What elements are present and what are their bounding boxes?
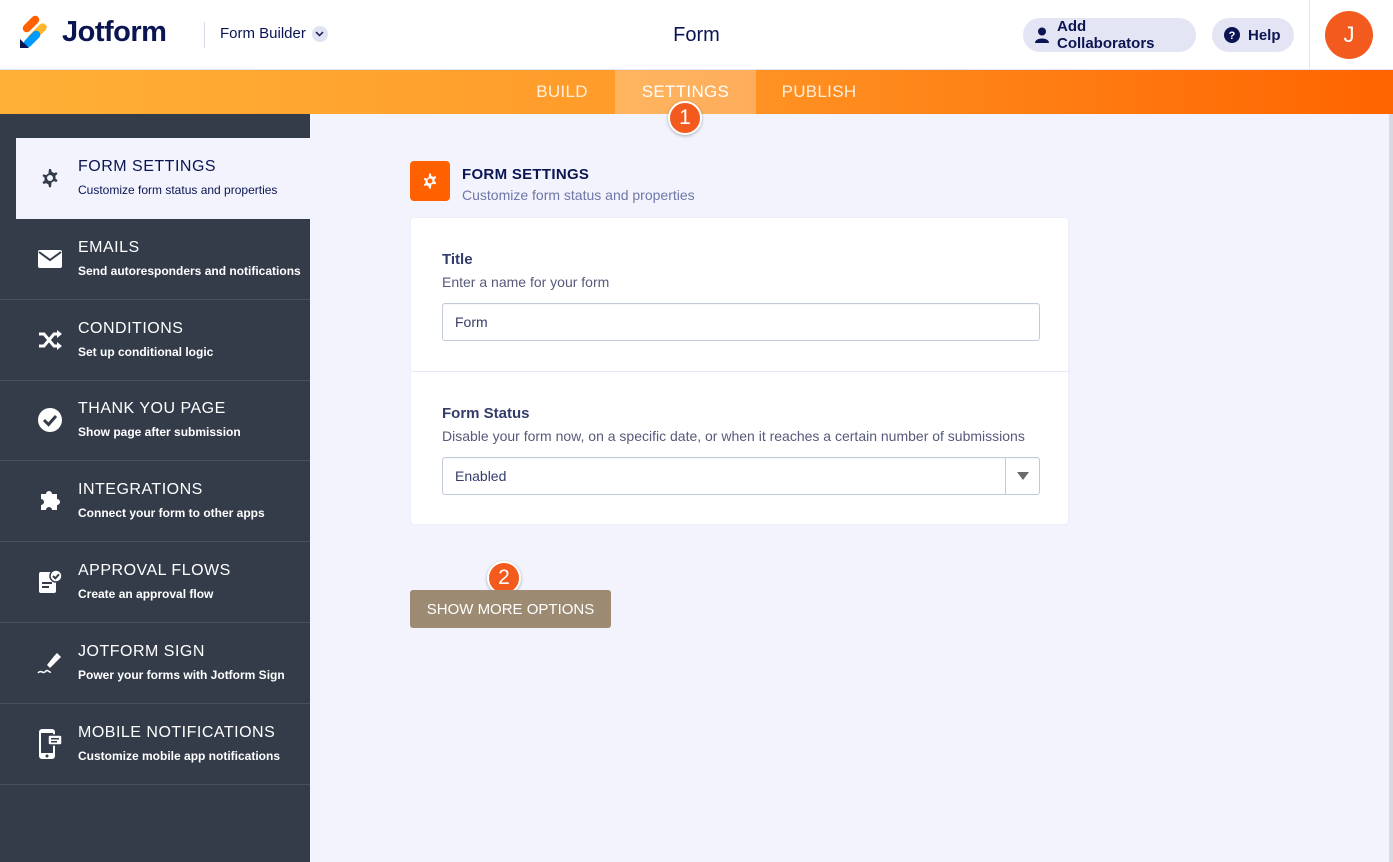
form-status-select[interactable]: Enabled [442,457,1040,495]
sidebar-item-conditions[interactable]: CONDITIONS Set up conditional logic [0,300,310,381]
sidebar-item-title: FORM SETTINGS [78,158,217,175]
sidebar-item-form-settings[interactable]: FORM SETTINGS Customize form status and … [16,138,310,219]
add-collaborators-button[interactable]: Add Collaborators [1023,18,1196,52]
sidebar-item-mobile-notifications[interactable]: MOBILE NOTIFICATIONS Customize mobile ap… [0,704,310,785]
settings-sidebar: FORM SETTINGS Customize form status and … [0,114,310,862]
user-icon [1035,27,1049,43]
help-button[interactable]: ? Help [1212,18,1294,52]
mobile-notification-icon [34,729,66,759]
sidebar-item-title: EMAILS [78,239,140,256]
add-collaborators-label: Add Collaborators [1057,18,1155,52]
approval-doc-icon [34,568,66,596]
pen-sign-icon [34,649,66,677]
help-label: Help [1248,26,1281,44]
sidebar-item-integrations[interactable]: INTEGRATIONS Connect your form to other … [0,461,310,542]
builder-label: Form Builder [220,25,306,42]
sidebar-item-subtitle: Create an approval flow [78,587,214,601]
shuffle-icon [34,326,66,354]
form-status-label: Form Status [442,405,530,422]
envelope-icon [34,245,66,273]
sidebar-item-subtitle: Connect your form to other apps [78,506,265,520]
chevron-down-icon [311,25,328,42]
puzzle-icon [34,487,66,515]
show-more-options-button[interactable]: SHOW MORE OPTIONS [410,590,611,628]
title-field-label: Title [442,251,473,268]
settings-card: Title Enter a name for your form Form Fo… [410,217,1070,525]
avatar[interactable]: J [1325,11,1373,59]
gear-icon [34,164,66,192]
field-divider [411,371,1070,372]
sidebar-item-subtitle: Send autoresponders and notifications [78,264,301,278]
header-divider-right [1309,0,1310,70]
title-field-help: Enter a name for your form [442,274,610,290]
question-circle-icon: ? [1224,27,1240,43]
sidebar-item-thank-you-page[interactable]: THANK YOU PAGE Show page after submissio… [0,380,310,461]
sidebar-item-jotform-sign[interactable]: JOTFORM SIGN Power your forms with Jotfo… [0,623,310,704]
header-divider [204,22,205,48]
step-marker-1: 1 [668,101,702,135]
jotform-logo-icon [18,15,50,49]
sidebar-item-title: JOTFORM SIGN [78,643,205,660]
form-builder-dropdown[interactable]: Form Builder [220,25,328,42]
sidebar-item-title: THANK YOU PAGE [78,400,226,417]
window-edge [1389,114,1393,862]
sidebar-item-approval-flows[interactable]: APPROVAL FLOWS Create an approval flow [0,542,310,623]
sidebar-item-subtitle: Power your forms with Jotform Sign [78,668,285,682]
dropdown-arrow-icon [1005,458,1039,494]
form-status-value: Enabled [455,468,507,484]
svg-text:?: ? [1229,30,1236,42]
section-subtitle: Customize form status and properties [462,187,695,203]
sidebar-item-title: APPROVAL FLOWS [78,562,231,579]
form-status-help: Disable your form now, on a specific dat… [442,428,1025,444]
sidebar-item-title: CONDITIONS [78,320,184,337]
tab-publish[interactable]: PUBLISH [766,70,872,114]
check-circle-icon [34,406,66,434]
sidebar-item-subtitle: Set up conditional logic [78,345,214,359]
logo-wordmark: Jotform [62,15,167,48]
sidebar-item-subtitle: Show page after submission [78,425,241,439]
section-title: FORM SETTINGS [462,166,590,183]
jotform-logo[interactable]: Jotform [18,15,167,49]
title-input[interactable]: Form [442,303,1040,341]
section-gear-icon [410,161,450,201]
sidebar-item-title: INTEGRATIONS [78,481,203,498]
sidebar-item-title: MOBILE NOTIFICATIONS [78,724,276,741]
sidebar-item-subtitle: Customize form status and properties [78,183,278,197]
tab-build[interactable]: BUILD [520,70,604,114]
top-header: Jotform Form Builder Form Add Collaborat… [0,0,1393,70]
sidebar-item-subtitle: Customize mobile app notifications [78,749,281,763]
sidebar-item-emails[interactable]: EMAILS Send autoresponders and notificat… [0,219,310,300]
